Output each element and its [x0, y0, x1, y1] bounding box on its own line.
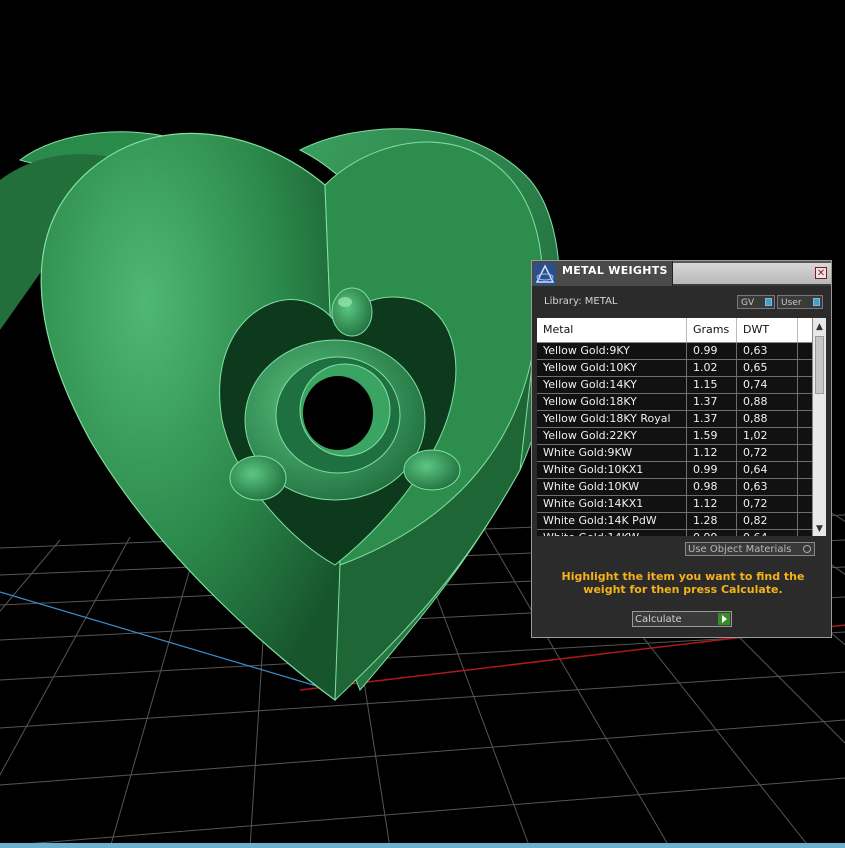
cell-grams: 0.99	[687, 462, 737, 478]
gv-toggle-label: GV	[741, 298, 755, 308]
toggle-switch-icon	[813, 298, 820, 306]
metal-weights-panel: METAL WEIGHTS ✕ Library: METAL GV User M…	[531, 260, 832, 638]
column-header-grams[interactable]: Grams	[687, 318, 737, 342]
cell-spacer	[798, 411, 813, 427]
table-scrollbar[interactable]: ▲ ▼	[812, 318, 826, 536]
table-row[interactable]: Yellow Gold:18KY 1.37 0,88	[537, 394, 813, 411]
column-header-spacer	[798, 318, 813, 342]
table-row[interactable]: White Gold:14K PdW 1.28 0,82	[537, 513, 813, 530]
user-toggle-label: User	[781, 298, 802, 308]
chevron-down-icon[interactable]: ▼	[813, 522, 826, 536]
app-logo-icon	[534, 263, 556, 285]
cell-metal: Yellow Gold:18KY Royal	[537, 411, 687, 427]
cell-grams: 0.98	[687, 479, 737, 495]
cell-grams: 1.59	[687, 428, 737, 444]
use-object-materials-label: Use Object Materials	[688, 544, 792, 555]
scroll-thumb[interactable]	[815, 336, 824, 394]
cell-metal: Yellow Gold:22KY	[537, 428, 687, 444]
cell-dwt: 0,88	[737, 394, 798, 410]
play-icon	[718, 613, 730, 625]
cell-metal: White Gold:14K PdW	[537, 513, 687, 529]
user-toggle[interactable]: User	[777, 295, 823, 309]
cell-metal: Yellow Gold:14KY	[537, 377, 687, 393]
cell-grams: 1.28	[687, 513, 737, 529]
cell-spacer	[798, 428, 813, 444]
cell-dwt: 0,63	[737, 479, 798, 495]
toggle-switch-icon	[765, 298, 772, 306]
table-row[interactable]: White Gold:9KW 1.12 0,72	[537, 445, 813, 462]
table-row[interactable]: White Gold:10KW 0.98 0,63	[537, 479, 813, 496]
bottom-status-strip	[0, 843, 845, 848]
chevron-up-icon[interactable]: ▲	[813, 320, 826, 334]
cell-grams: 1.12	[687, 496, 737, 512]
table-row[interactable]: White Gold:14KW0.990,64	[537, 530, 813, 536]
close-icon[interactable]: ✕	[815, 267, 827, 279]
table-row[interactable]: White Gold:14KX1 1.12 0,72	[537, 496, 813, 513]
cell-spacer	[798, 445, 813, 461]
cell-dwt: 0,82	[737, 513, 798, 529]
cell-spacer	[798, 360, 813, 376]
table-row[interactable]: White Gold:10KX1 0.99 0,64	[537, 462, 813, 479]
cell-spacer	[798, 343, 813, 359]
cell-metal: White Gold:10KX1	[537, 462, 687, 478]
cell-metal: White Gold:9KW	[537, 445, 687, 461]
radio-icon[interactable]	[803, 545, 811, 553]
cell-grams: 1.15	[687, 377, 737, 393]
cell-metal: Yellow Gold:9KY	[537, 343, 687, 359]
heart-front-half	[40, 132, 543, 702]
cell-dwt: 0,65	[737, 360, 798, 376]
cell-grams: 0.99	[687, 343, 737, 359]
title-tab: METAL WEIGHTS	[532, 261, 673, 286]
column-header-metal[interactable]: Metal	[537, 318, 687, 342]
cell-dwt: 0,74	[737, 377, 798, 393]
table-row[interactable]: Yellow Gold:22KY 1.59 1,02	[537, 428, 813, 445]
calculate-label: Calculate	[635, 614, 682, 625]
column-header-dwt[interactable]: DWT	[737, 318, 798, 342]
cell-metal: White Gold:14KX1	[537, 496, 687, 512]
cell-spacer	[798, 496, 813, 512]
cell-spacer	[798, 513, 813, 529]
cell-grams: 1.02	[687, 360, 737, 376]
cell-metal: White Gold:10KW	[537, 479, 687, 495]
cell-dwt: 0,88	[737, 411, 798, 427]
calculate-button[interactable]: Calculate	[632, 611, 732, 627]
cell-dwt: 0,72	[737, 445, 798, 461]
cell-metal: White Gold:14KW	[537, 530, 687, 536]
cell-dwt: 0,64	[737, 462, 798, 478]
cell-grams: 1.37	[687, 394, 737, 410]
cell-dwt: 1,02	[737, 428, 798, 444]
cell-dwt: 0,72	[737, 496, 798, 512]
panel-title: METAL WEIGHTS	[562, 264, 668, 277]
cell-grams: 1.12	[687, 445, 737, 461]
cell-spacer	[798, 530, 813, 536]
table-row[interactable]: Yellow Gold:9KY 0.99 0,63	[537, 343, 813, 360]
cell-spacer	[798, 377, 813, 393]
panel-titlebar[interactable]: METAL WEIGHTS ✕	[532, 261, 831, 286]
titlebar-fill: ✕	[673, 263, 831, 284]
cell-spacer	[798, 394, 813, 410]
use-object-materials-option[interactable]: Use Object Materials	[685, 542, 815, 556]
cell-metal: Yellow Gold:10KY	[537, 360, 687, 376]
instruction-text: Highlight the item you want to find the …	[561, 570, 805, 596]
cell-spacer	[798, 479, 813, 495]
cell-metal: Yellow Gold:18KY	[537, 394, 687, 410]
cell-grams: 0.99	[687, 530, 737, 536]
table-row[interactable]: Yellow Gold:18KY Royal 1.37 0,88	[537, 411, 813, 428]
cell-dwt: 0,64	[737, 530, 798, 536]
table-row[interactable]: Yellow Gold:10KY 1.02 0,65	[537, 360, 813, 377]
gv-toggle[interactable]: GV	[737, 295, 775, 309]
table-body: Yellow Gold:9KY 0.99 0,63 Yellow Gold:10KY 1…	[537, 343, 813, 536]
library-label: Library: METAL	[544, 296, 618, 307]
metal-table[interactable]: Metal Grams DWT Yellow Gold:9KY 0.99 0,63 Y…	[537, 318, 813, 536]
cell-dwt: 0,63	[737, 343, 798, 359]
table-row[interactable]: Yellow Gold:14KY 1.15 0,74	[537, 377, 813, 394]
cell-spacer	[798, 462, 813, 478]
table-header: Metal Grams DWT	[537, 318, 813, 343]
cell-grams: 1.37	[687, 411, 737, 427]
